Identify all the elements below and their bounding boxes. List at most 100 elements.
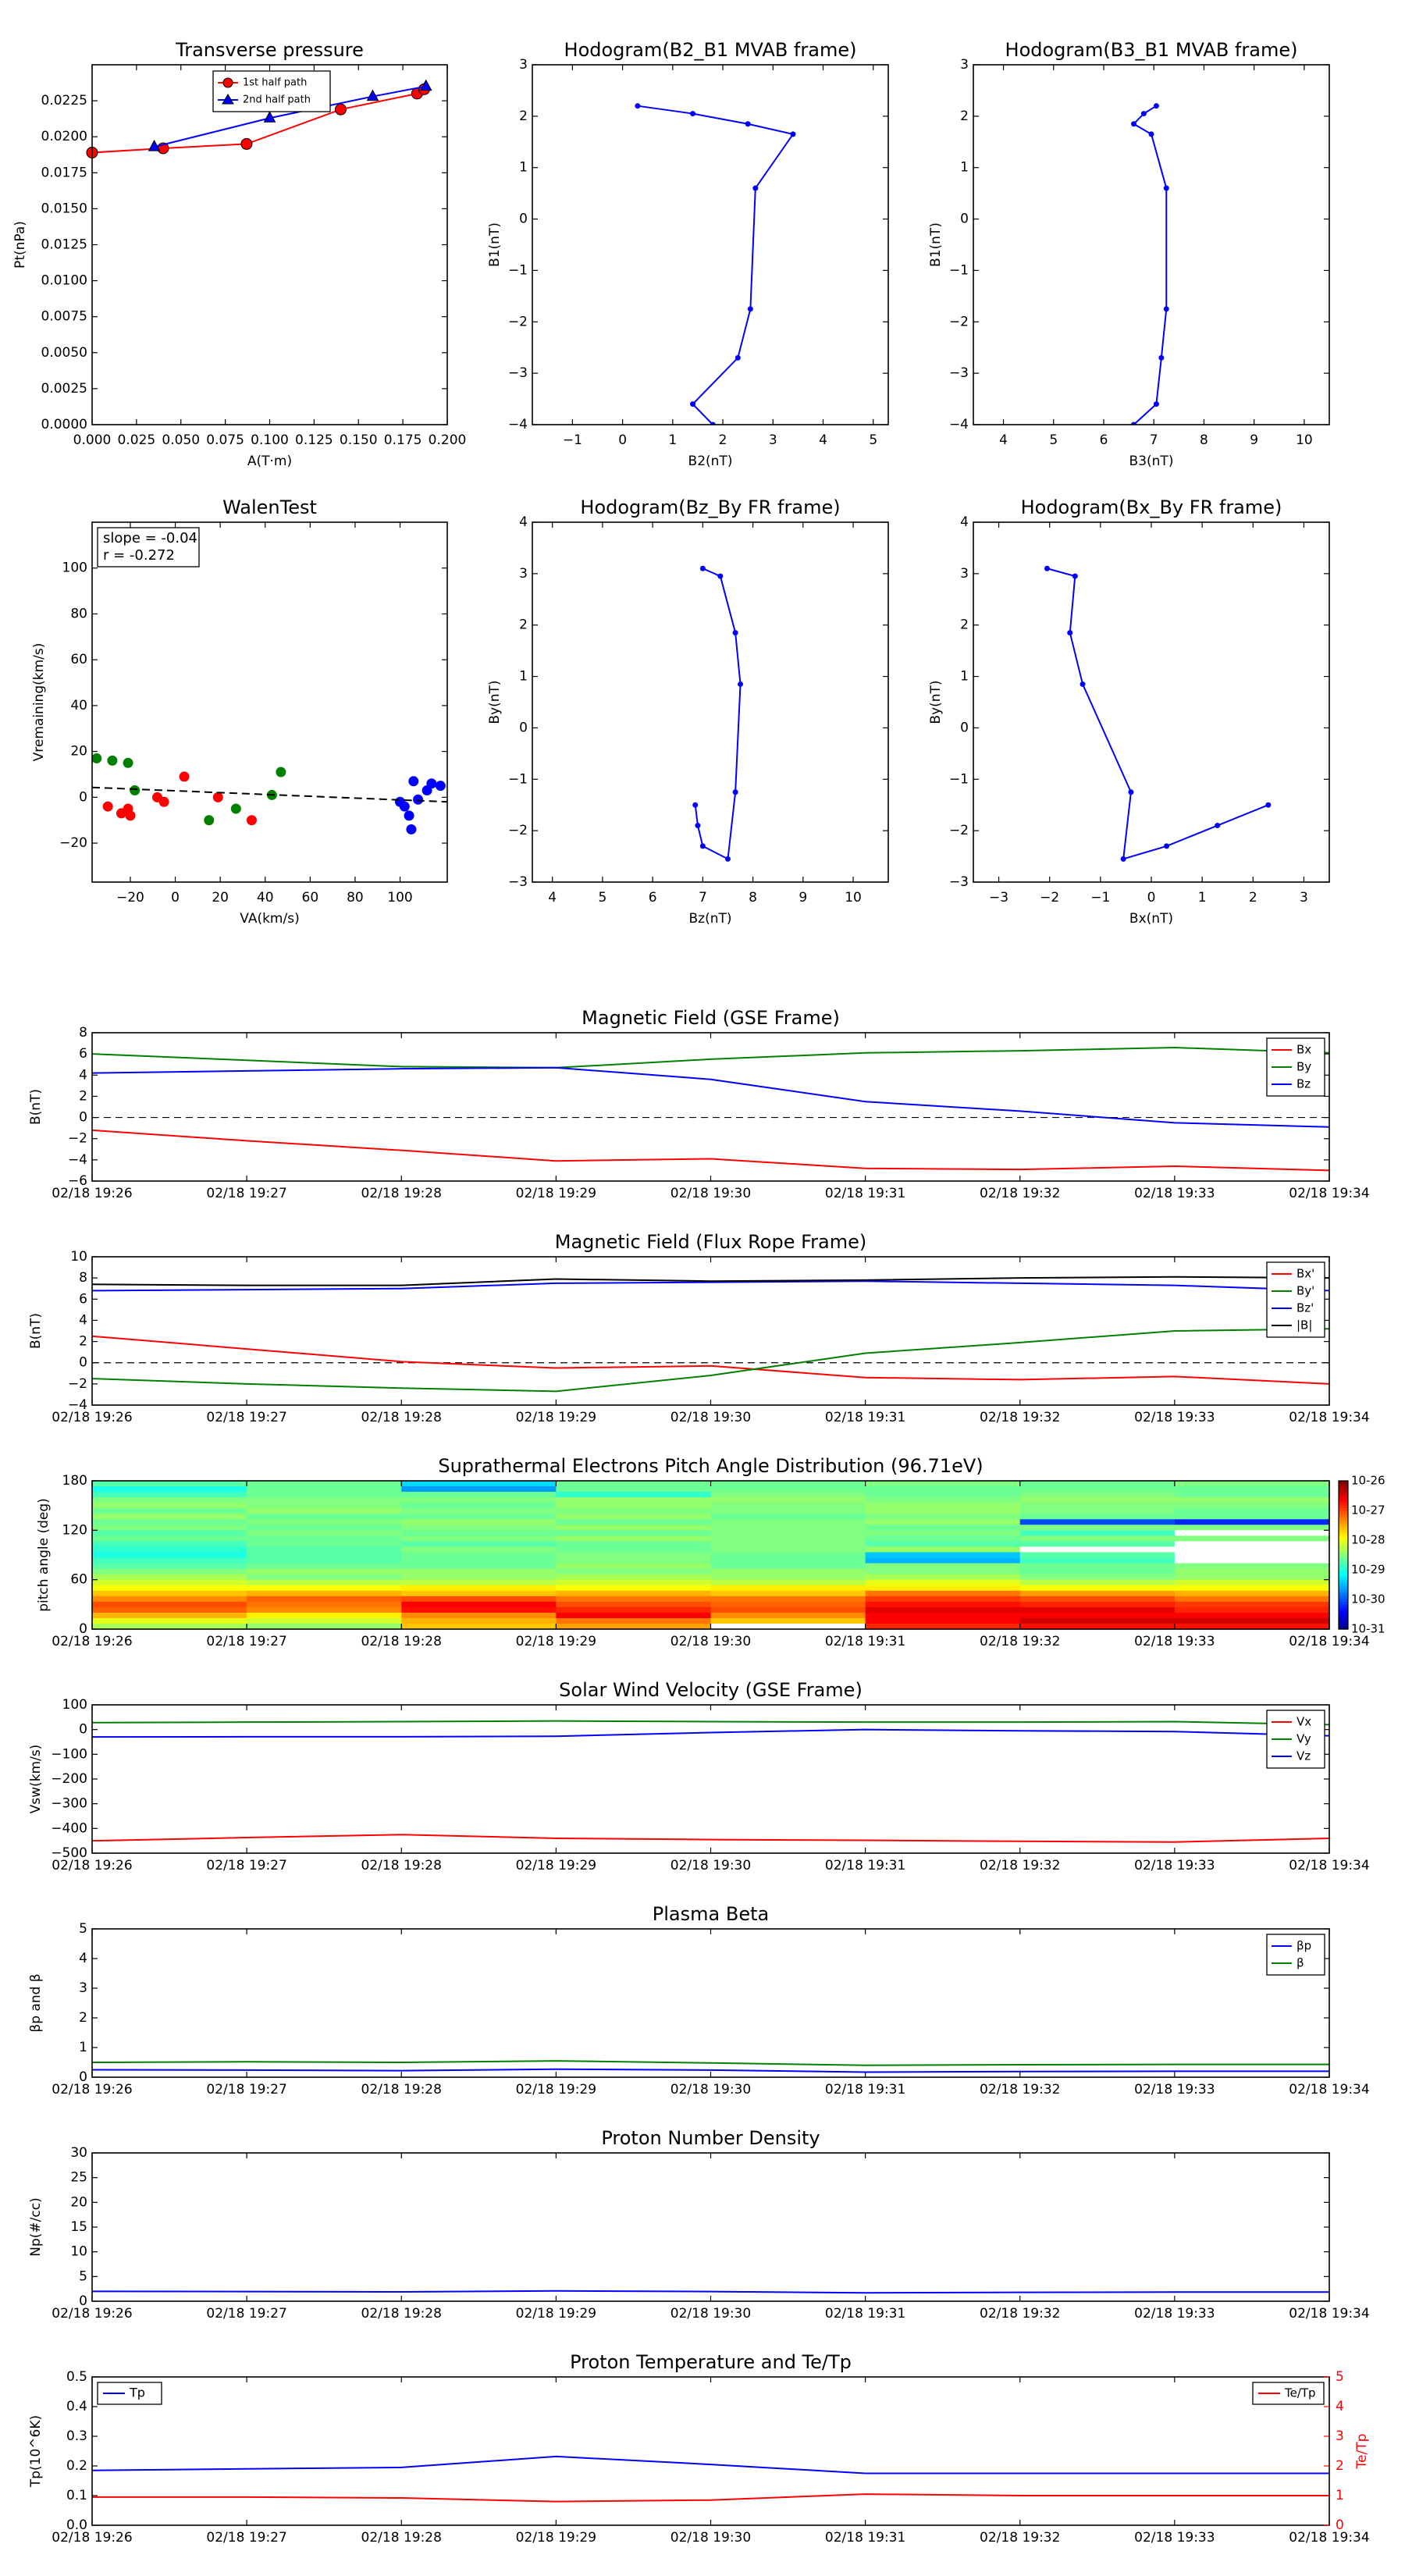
time-tick-label: 02/18 19:29 xyxy=(516,1634,596,1649)
y2-tick-label: 0 xyxy=(1336,2517,1344,2533)
heatmap-cell xyxy=(1019,1492,1176,1498)
legend-label: β xyxy=(1297,1956,1304,1970)
heatmap-cell xyxy=(1019,1535,1176,1542)
heatmap-cell xyxy=(1019,1519,1176,1525)
heatmap-cell xyxy=(401,1541,557,1548)
heatmap-cell xyxy=(247,1514,402,1520)
heatmap-cell xyxy=(556,1574,712,1581)
scatter-point xyxy=(125,810,136,821)
heatmap-cell xyxy=(1019,1486,1176,1493)
y2-axis-label: Te/Tp xyxy=(1354,2434,1370,2470)
heatmap-cell xyxy=(92,1514,247,1520)
x-tick-label: 1 xyxy=(1198,890,1207,906)
heatmap-cell xyxy=(401,1514,557,1520)
heatmap-cell xyxy=(1174,1552,1330,1559)
heatmap-cell xyxy=(1019,1497,1176,1503)
heatmap-cell xyxy=(247,1492,402,1498)
heatmap-cell xyxy=(1019,1574,1176,1581)
heatmap-cell xyxy=(1019,1596,1176,1603)
scatter-point xyxy=(246,815,257,826)
x-tick-label: 0.150 xyxy=(340,432,378,448)
heatmap-cell xyxy=(556,1497,712,1503)
heatmap-cell xyxy=(92,1601,247,1608)
x-tick-label: −3 xyxy=(989,890,1008,906)
hodogram-point xyxy=(735,354,741,361)
y-tick-label: 0.1 xyxy=(66,2488,87,2503)
legend-label: Bx xyxy=(1297,1043,1311,1057)
hodogram-point xyxy=(690,111,696,117)
heatmap-cell xyxy=(1174,1590,1330,1597)
colorbar-label: 10-30 xyxy=(1351,1592,1385,1606)
y-tick-label: 6 xyxy=(79,1291,87,1307)
chart-title: Proton Number Density xyxy=(601,2127,820,2149)
heatmap-cell xyxy=(1174,1563,1330,1570)
hodogram-point xyxy=(1072,573,1078,579)
heatmap-cell xyxy=(401,1519,557,1525)
x-tick-label: 0.200 xyxy=(429,432,467,448)
heatmap-cell xyxy=(1174,1519,1330,1525)
time-tick-label: 02/18 19:31 xyxy=(825,1634,905,1649)
heatmap-cell xyxy=(401,1503,557,1509)
heatmap-cell xyxy=(710,1535,866,1542)
heatmap-cell xyxy=(710,1546,866,1553)
legend-label: Vz xyxy=(1297,1749,1311,1763)
time-tick-label: 02/18 19:32 xyxy=(980,1186,1060,1201)
hodogram-point xyxy=(790,131,796,137)
x-axis-label: Bx(nT) xyxy=(1129,911,1173,927)
hodogram-point xyxy=(1140,111,1147,117)
scatter-point xyxy=(413,794,424,805)
y-tick-label: 8 xyxy=(79,1270,87,1286)
heatmap-cell xyxy=(1174,1514,1330,1520)
x-tick-label: 7 xyxy=(1150,432,1158,448)
heatmap-cell xyxy=(865,1579,1021,1586)
x-tick-label: 0.125 xyxy=(295,432,333,448)
y-tick-label: 0 xyxy=(519,720,528,735)
y-tick-label: 3 xyxy=(960,566,969,582)
heatmap-cell xyxy=(92,1585,247,1592)
heatmap-cell xyxy=(556,1601,712,1608)
heatmap-cell xyxy=(556,1546,712,1553)
y-tick-label: 15 xyxy=(70,2219,87,2235)
y-tick-label: 1 xyxy=(79,2040,87,2055)
hodogram-point xyxy=(1128,789,1134,795)
time-tick-label: 02/18 19:31 xyxy=(825,1186,905,1201)
time-tick-label: 02/18 19:31 xyxy=(825,2306,905,2322)
y-tick-label: 1 xyxy=(519,160,528,176)
chart-title: Solar Wind Velocity (GSE Frame) xyxy=(559,1679,863,1701)
heatmap-cell xyxy=(1019,1481,1176,1487)
y-tick-label: 1 xyxy=(960,160,969,176)
heatmap-cell xyxy=(1019,1503,1176,1509)
heatmap-cell xyxy=(710,1552,866,1559)
x-tick-label: 2 xyxy=(719,432,727,448)
heatmap-cell xyxy=(1174,1535,1330,1542)
y-axis-label: Tp(10^6K) xyxy=(28,2415,44,2488)
y-tick-label: 180 xyxy=(62,1473,87,1489)
heatmap-cell xyxy=(865,1612,1021,1619)
heatmap-cell xyxy=(247,1606,402,1614)
time-tick-label: 02/18 19:34 xyxy=(1289,2306,1369,2322)
heatmap-cell xyxy=(710,1606,866,1614)
time-tick-label: 02/18 19:29 xyxy=(516,2530,596,2546)
x-tick-label: 9 xyxy=(799,890,807,906)
heatmap-cell xyxy=(710,1508,866,1514)
y-tick-label: −400 xyxy=(51,1820,87,1836)
heatmap-cell xyxy=(710,1519,866,1525)
time-tick-label: 02/18 19:32 xyxy=(980,2082,1060,2097)
heatmap-cell xyxy=(1019,1579,1176,1586)
heatmap-cell xyxy=(1174,1568,1330,1575)
heatmap-cell xyxy=(401,1508,557,1514)
y-tick-label: −2 xyxy=(949,314,969,329)
time-tick-label: 02/18 19:32 xyxy=(980,2306,1060,2322)
heatmap-cell xyxy=(710,1486,866,1493)
heatmap-cell xyxy=(1019,1585,1176,1592)
heatmap-cell xyxy=(1019,1590,1176,1597)
y-tick-label: 4 xyxy=(79,1951,87,1966)
annotation-text: slope = -0.04 xyxy=(103,530,197,546)
heatmap-cell xyxy=(1019,1601,1176,1608)
x-tick-label: 3 xyxy=(1300,890,1308,906)
heatmap-cell xyxy=(401,1530,557,1536)
hodogram-point xyxy=(1164,843,1170,849)
heatmap-cell xyxy=(710,1503,866,1509)
hodogram-point xyxy=(747,306,753,312)
hodogram-point xyxy=(1067,630,1073,636)
